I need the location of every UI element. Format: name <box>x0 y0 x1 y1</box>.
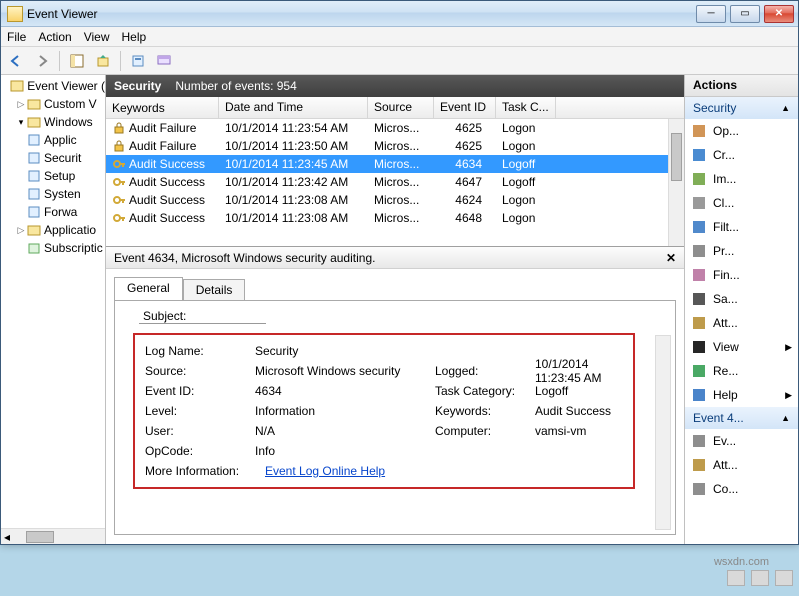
tray-icon[interactable] <box>751 570 769 586</box>
actions-group-security[interactable]: Security▲ <box>685 97 798 119</box>
table-row[interactable]: Audit Success10/1/2014 11:23:08 AMMicros… <box>106 209 684 227</box>
menu-bar: File Action View Help <box>1 27 798 47</box>
action-item[interactable]: Cr... <box>685 143 798 167</box>
show-hide-tree-button[interactable] <box>66 50 88 72</box>
tree-setup[interactable]: Setup <box>44 169 75 183</box>
column-eventid[interactable]: Event ID <box>434 97 496 118</box>
tree-custom[interactable]: Custom V <box>44 97 97 111</box>
title-bar: Event Viewer ─ ▭ ✕ <box>1 1 798 27</box>
back-button[interactable] <box>5 50 27 72</box>
tree-appservices[interactable]: Applicatio <box>44 223 96 237</box>
menu-file[interactable]: File <box>7 30 26 44</box>
navigation-tree[interactable]: Event Viewer ( ▷Custom V ▾Windows Applic… <box>1 75 106 544</box>
table-row[interactable]: Audit Success10/1/2014 11:23:45 AMMicros… <box>106 155 684 173</box>
tab-general[interactable]: General <box>114 277 183 301</box>
table-row[interactable]: Audit Success10/1/2014 11:23:08 AMMicros… <box>106 191 684 209</box>
tree-security[interactable]: Securit <box>44 151 81 165</box>
key-icon <box>112 157 126 171</box>
tree-forwarded[interactable]: Forwa <box>44 205 77 219</box>
table-row[interactable]: Audit Success10/1/2014 11:23:42 AMMicros… <box>106 173 684 191</box>
table-row[interactable]: Audit Failure10/1/2014 11:23:50 AMMicros… <box>106 137 684 155</box>
tree-subscriptions[interactable]: Subscriptic <box>44 241 103 255</box>
event-grid[interactable]: Keywords Date and Time Source Event ID T… <box>106 97 684 247</box>
key-icon <box>112 211 126 225</box>
tree-horizontal-scrollbar[interactable]: ◂ <box>1 528 105 544</box>
detail-header-text: Event 4634, Microsoft Windows security a… <box>114 251 375 265</box>
action-item[interactable]: Co... <box>685 477 798 501</box>
action-item[interactable]: Sa... <box>685 287 798 311</box>
action-item[interactable]: Fin... <box>685 263 798 287</box>
column-keywords[interactable]: Keywords <box>106 97 219 118</box>
forward-button[interactable] <box>31 50 53 72</box>
action-item[interactable]: Pr... <box>685 239 798 263</box>
event-count: Number of events: 954 <box>175 79 296 93</box>
grid-vertical-scrollbar[interactable] <box>668 119 684 246</box>
tree-application[interactable]: Applic <box>44 133 77 147</box>
detail-close-button[interactable]: ✕ <box>666 251 676 265</box>
export-button[interactable] <box>92 50 114 72</box>
subject-label: Subject: <box>139 309 266 324</box>
column-source[interactable]: Source <box>368 97 434 118</box>
maximize-button[interactable]: ▭ <box>730 5 760 23</box>
lock-icon <box>112 121 126 135</box>
action-item[interactable]: View▶ <box>685 335 798 359</box>
close-button[interactable]: ✕ <box>764 5 794 23</box>
log-header: Security Number of events: 954 <box>106 75 684 97</box>
actions-pane: Actions Security▲ Op...Cr...Im...Cl...Fi… <box>685 75 798 544</box>
online-help-link[interactable]: Event Log Online Help <box>265 464 385 478</box>
filter-button[interactable] <box>153 50 175 72</box>
tree-windows[interactable]: Windows <box>44 115 93 129</box>
action-item[interactable]: Att... <box>685 311 798 335</box>
tab-details[interactable]: Details <box>183 279 246 301</box>
key-icon <box>112 175 126 189</box>
actions-group-event[interactable]: Event 4...▲ <box>685 407 798 429</box>
highlighted-properties: Log Name:Security Source:Microsoft Windo… <box>133 333 635 489</box>
key-icon <box>112 193 126 207</box>
tray-icon[interactable] <box>775 570 793 586</box>
action-item[interactable]: Att... <box>685 453 798 477</box>
properties-button[interactable] <box>127 50 149 72</box>
menu-help[interactable]: Help <box>122 30 147 44</box>
detail-pane: General Details Subject: Log Name:Securi… <box>106 269 684 544</box>
window-title: Event Viewer <box>27 7 97 21</box>
detail-vertical-scrollbar[interactable] <box>655 335 671 530</box>
action-item[interactable]: Ev... <box>685 429 798 453</box>
action-item[interactable]: Op... <box>685 119 798 143</box>
action-item[interactable]: Re... <box>685 359 798 383</box>
tray-icon[interactable] <box>727 570 745 586</box>
actions-title: Actions <box>685 75 798 97</box>
menu-view[interactable]: View <box>84 30 110 44</box>
watermark: wsxdn.com <box>714 556 769 568</box>
column-taskcategory[interactable]: Task C... <box>496 97 556 118</box>
action-item[interactable]: Help▶ <box>685 383 798 407</box>
tree-system[interactable]: Systen <box>44 187 81 201</box>
action-item[interactable]: Filt... <box>685 215 798 239</box>
menu-action[interactable]: Action <box>38 30 71 44</box>
log-name: Security <box>114 79 161 93</box>
action-item[interactable]: Cl... <box>685 191 798 215</box>
app-icon <box>7 6 23 22</box>
table-row[interactable]: Audit Failure10/1/2014 11:23:54 AMMicros… <box>106 119 684 137</box>
toolbar <box>1 47 798 75</box>
tree-root[interactable]: Event Viewer ( <box>27 79 105 93</box>
column-datetime[interactable]: Date and Time <box>219 97 368 118</box>
detail-header-bar: Event 4634, Microsoft Windows security a… <box>106 247 684 269</box>
action-item[interactable]: Im... <box>685 167 798 191</box>
lock-icon <box>112 139 126 153</box>
minimize-button[interactable]: ─ <box>696 5 726 23</box>
